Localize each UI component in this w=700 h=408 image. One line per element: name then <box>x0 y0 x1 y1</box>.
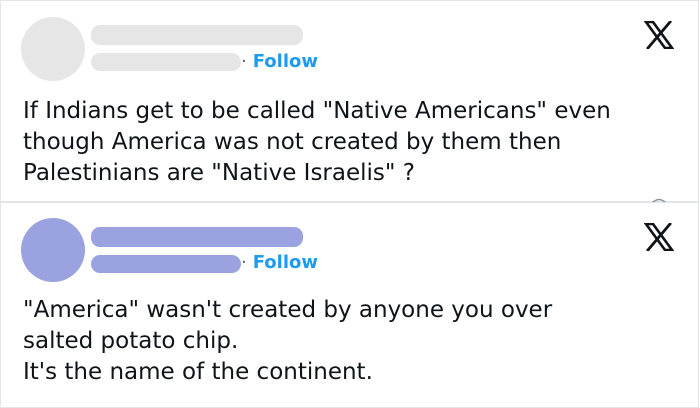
avatar[interactable] <box>21 17 85 81</box>
x-logo-icon[interactable] <box>644 223 674 251</box>
display-name-placeholder <box>91 227 303 247</box>
separator-dot: · <box>241 51 247 72</box>
follow-label: Follow <box>252 252 319 273</box>
post-text: If Indians get to be called "Native Amer… <box>23 98 611 186</box>
follow-button[interactable]: · Follow <box>241 252 318 273</box>
post-text: "America" wasn't created by anyone you o… <box>23 297 553 385</box>
post-card: · Follow If Indians get to be called "Nat… <box>0 0 699 202</box>
separator-dot: · <box>241 252 247 273</box>
avatar[interactable] <box>21 218 85 282</box>
follow-label: Follow <box>252 51 319 72</box>
handle-placeholder <box>91 255 241 273</box>
post-card: · Follow "America" wasn't created by anyo… <box>0 202 699 408</box>
handle-placeholder <box>91 53 241 71</box>
display-name-placeholder <box>91 25 303 45</box>
follow-button[interactable]: · Follow <box>241 51 318 72</box>
x-logo-icon[interactable] <box>644 21 674 49</box>
